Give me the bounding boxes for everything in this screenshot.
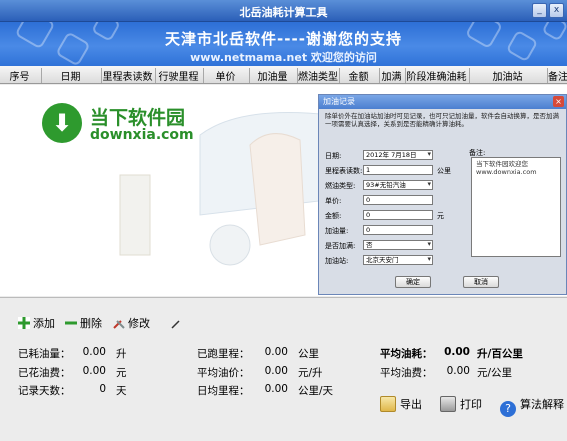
unit-price-label: 单价:	[325, 197, 342, 205]
ok-button[interactable]: 确定	[395, 276, 431, 288]
gas-station-label: 加油站:	[325, 257, 349, 265]
consumed-fuel-label: 已耗油量：	[18, 348, 71, 360]
tools-icon	[113, 317, 125, 329]
record-days-label: 记录天数：	[18, 385, 71, 397]
amount-unit: 元	[437, 212, 444, 220]
print-label: 打印	[460, 398, 482, 411]
banner: 天津市北岳软件----谢谢您的支持 www.netmama.net 欢迎您的访问	[0, 22, 567, 66]
column-header[interactable]: 行驶里程	[156, 68, 204, 83]
download-arrow-icon: ⬇	[51, 109, 73, 137]
avg-cost-value: 0.00	[446, 365, 470, 377]
avg-consumption-unit: 升/百公里	[477, 348, 523, 360]
watermark-en: downxia.com	[90, 127, 194, 143]
dialog-title: 加油记录	[319, 95, 566, 109]
title-bar: 北岳油耗计算工具 _ x	[0, 0, 567, 22]
column-header[interactable]: 燃油类型	[298, 68, 340, 83]
column-header[interactable]: 里程表读数	[102, 68, 156, 83]
column-header[interactable]: 阶段准确油耗	[406, 68, 470, 83]
column-header[interactable]: 序号	[0, 68, 42, 83]
close-button[interactable]: x	[549, 3, 564, 18]
avg-consumption-value: 0.00	[444, 346, 470, 358]
minus-icon	[65, 317, 77, 329]
export-icon	[380, 396, 396, 412]
gas-station-select[interactable]: 北京天安门	[363, 255, 433, 265]
delete-button[interactable]: 删除	[65, 315, 102, 331]
avg-cost-unit: 元/公里	[477, 367, 513, 379]
help-icon: ?	[500, 401, 516, 417]
banner-subline[interactable]: www.netmama.net 欢迎您的访问	[0, 49, 567, 65]
distance-unit: 公里	[298, 348, 319, 360]
dialog-close-icon[interactable]: ×	[553, 96, 564, 107]
column-header[interactable]: 金额	[340, 68, 380, 83]
record-days-unit: 天	[116, 385, 127, 397]
column-header[interactable]: 加油站	[470, 68, 548, 83]
record-days-value: 0	[99, 383, 106, 395]
print-button[interactable]: 打印	[440, 396, 482, 412]
fuel-volume-input[interactable]: 0	[363, 225, 433, 235]
distance-value: 0.00	[264, 346, 288, 358]
date-picker[interactable]: 2012年 7月18日	[363, 150, 433, 160]
consumed-fuel-value: 0.00	[82, 346, 106, 358]
consumed-fuel-unit: 升	[116, 348, 127, 360]
toolbar: 添加 删除 修改	[0, 297, 567, 335]
avg-price-label: 平均油价：	[197, 367, 250, 379]
delete-label: 删除	[80, 317, 102, 330]
avg-cost-label: 平均油费：	[380, 367, 433, 379]
spent-fuel-unit: 元	[116, 367, 127, 379]
printer-icon	[440, 396, 456, 412]
avg-price-unit: 元/升	[298, 367, 323, 379]
watermark-cn: 当下软件园	[90, 107, 186, 129]
cancel-button[interactable]: 取消	[463, 276, 499, 288]
date-label: 日期:	[325, 152, 342, 160]
explain-label: 算法解释	[520, 398, 564, 411]
fuel-type-label: 燃油类型:	[325, 182, 356, 190]
spent-fuel-label: 已花油费：	[18, 367, 71, 379]
full-tank-label: 是否加满:	[325, 242, 356, 250]
avg-consumption-label: 平均油耗：	[380, 348, 433, 360]
column-header[interactable]: 日期	[42, 68, 102, 83]
full-tank-select[interactable]: 否	[363, 240, 433, 250]
daily-distance-value: 0.00	[264, 383, 288, 395]
fuel-volume-label: 加油量:	[325, 227, 349, 235]
column-header[interactable]: 单价	[204, 68, 250, 83]
distance-label: 已跑里程：	[197, 348, 250, 360]
plus-icon	[18, 317, 30, 329]
avg-price-value: 0.00	[264, 365, 288, 377]
column-header[interactable]: 备注	[548, 68, 567, 83]
dialog-note: 除单价外在加油站加油时可见记录，也可只记加油量，软件会自动换算，是否加满一项需要…	[325, 112, 559, 128]
amount-label: 金额:	[325, 212, 342, 220]
add-label: 添加	[33, 317, 55, 330]
edit-button[interactable]: 修改	[113, 315, 150, 331]
fuel-type-select[interactable]: 93#无铅汽油	[363, 180, 433, 190]
pencil-icon[interactable]	[170, 318, 182, 333]
column-header[interactable]: 加油量	[250, 68, 298, 83]
fuel-record-dialog: 加油记录 × 除单价外在加油站加油时可见记录，也可只记加油量，软件会自动换算，是…	[318, 94, 567, 295]
daily-distance-unit: 公里/天	[298, 385, 334, 397]
spent-fuel-value: 0.00	[82, 365, 106, 377]
banner-headline: 天津市北岳软件----谢谢您的支持	[165, 30, 402, 48]
explain-button[interactable]: ? 算法解释	[500, 396, 564, 417]
add-button[interactable]: 添加	[18, 315, 55, 331]
daily-distance-label: 日均里程：	[197, 385, 250, 397]
edit-label: 修改	[128, 317, 150, 330]
table-header: 序号 日期 里程表读数 行驶里程 单价 加油量 燃油类型 金额 加满 阶段准确油…	[0, 66, 567, 84]
minimize-button[interactable]: _	[532, 3, 547, 18]
amount-input[interactable]: 0	[363, 210, 433, 220]
export-label: 导出	[400, 398, 422, 411]
column-header[interactable]: 加满	[380, 68, 406, 83]
window-title: 北岳油耗计算工具	[239, 6, 328, 19]
unit-price-input[interactable]: 0	[363, 195, 433, 205]
odometer-unit: 公里	[437, 167, 451, 175]
export-button[interactable]: 导出	[380, 396, 422, 412]
odometer-input[interactable]: 1	[363, 165, 433, 175]
remark-textarea[interactable]: 当下软件园欢迎您 www.downxia.com	[471, 157, 561, 257]
odometer-label: 里程表读数:	[325, 167, 363, 175]
